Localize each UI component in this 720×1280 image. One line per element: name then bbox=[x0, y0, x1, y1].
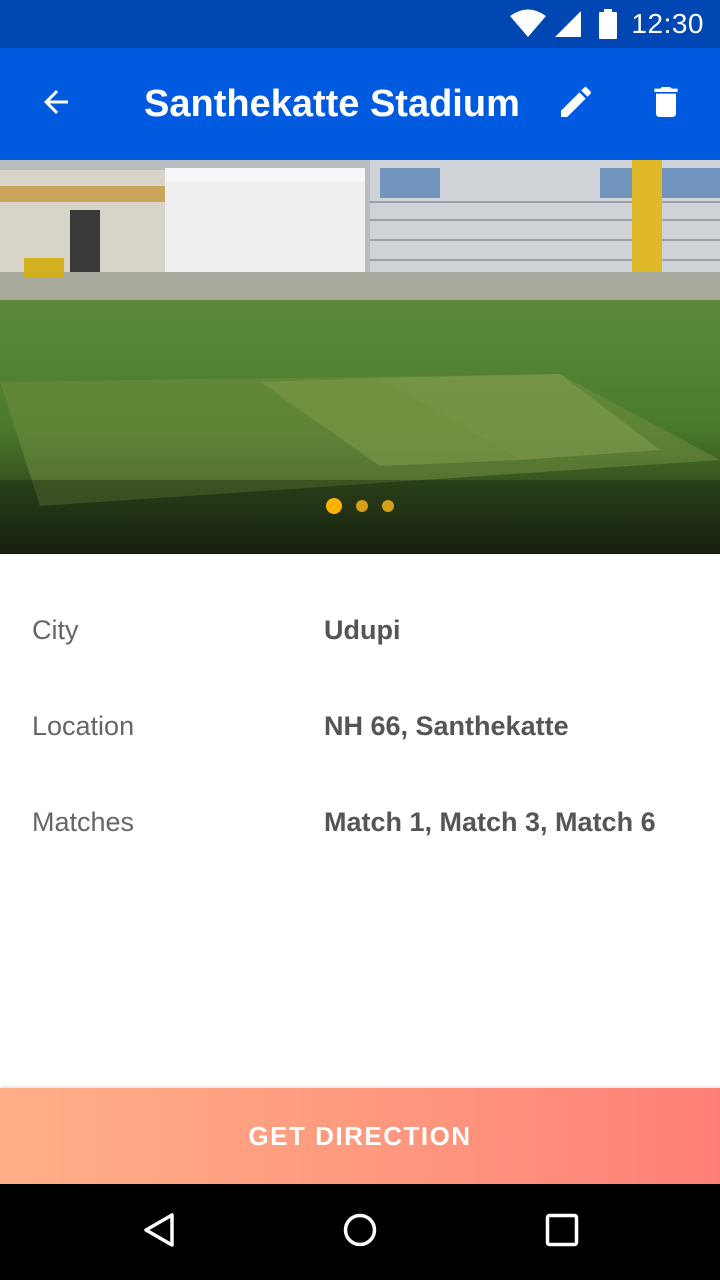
arrow-back-icon bbox=[38, 84, 74, 125]
detail-row-matches: Matches Match 1, Match 3, Match 6 bbox=[0, 792, 720, 852]
detail-row-city: City Udupi bbox=[0, 600, 720, 660]
get-direction-button[interactable]: GET DIRECTION bbox=[0, 1088, 720, 1184]
detail-value: NH 66, Santhekatte bbox=[324, 711, 569, 741]
nav-back-button[interactable] bbox=[132, 1204, 188, 1260]
edit-button[interactable] bbox=[548, 76, 604, 132]
detail-label: City bbox=[32, 615, 79, 645]
system-nav-bar bbox=[0, 1184, 720, 1280]
detail-value: Match 1, Match 3, Match 6 bbox=[324, 807, 656, 837]
carousel-dot[interactable] bbox=[382, 500, 394, 512]
detail-label: Location bbox=[32, 711, 135, 741]
trash-icon bbox=[646, 82, 686, 127]
carousel-dot-active[interactable] bbox=[326, 498, 342, 514]
delete-button[interactable] bbox=[638, 76, 694, 132]
status-bar: 12:30 bbox=[0, 0, 720, 48]
app-bar: Santhekatte Stadium bbox=[0, 48, 720, 160]
page-title: Santhekatte Stadium bbox=[144, 83, 520, 125]
carousel-dot[interactable] bbox=[356, 500, 368, 512]
detail-row-location: Location NH 66, Santhekatte bbox=[0, 696, 720, 756]
carousel-indicator bbox=[0, 498, 720, 514]
clock: 12:30 bbox=[631, 8, 704, 39]
battery-icon bbox=[599, 9, 618, 39]
nav-recents-button[interactable] bbox=[534, 1204, 590, 1260]
cellular-signal-icon bbox=[553, 9, 583, 39]
wifi-icon bbox=[509, 9, 547, 39]
detail-label: Matches bbox=[32, 807, 135, 837]
status-icons: 12:30 bbox=[509, 0, 704, 48]
back-button[interactable] bbox=[28, 76, 84, 132]
back-triangle-icon bbox=[142, 1212, 178, 1253]
nav-home-button[interactable] bbox=[332, 1204, 388, 1260]
stadium-image-carousel[interactable] bbox=[0, 160, 720, 554]
stadium-photo bbox=[0, 160, 720, 554]
home-circle-icon bbox=[342, 1212, 378, 1253]
detail-value: Udupi bbox=[324, 615, 401, 645]
recents-square-icon bbox=[544, 1212, 580, 1253]
pencil-icon bbox=[556, 82, 596, 127]
